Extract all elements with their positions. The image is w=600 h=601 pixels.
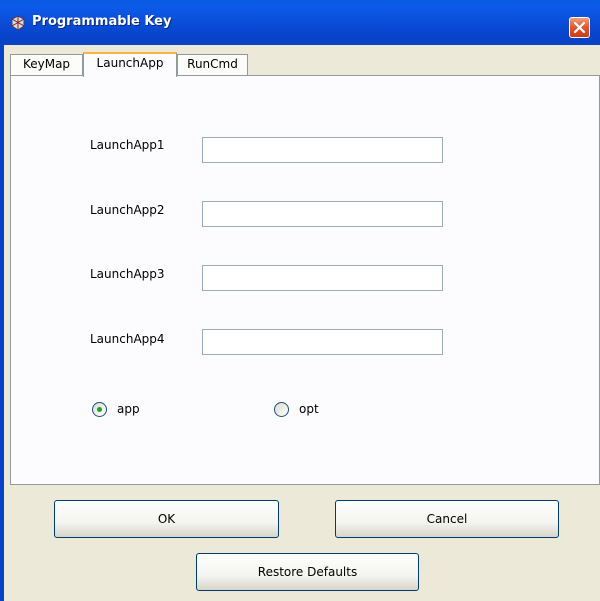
launchapp3-label: LaunchApp3	[90, 267, 165, 281]
radio-opt-label[interactable]: opt	[299, 402, 319, 416]
restore-defaults-button[interactable]: Restore Defaults	[196, 553, 419, 591]
app-icon	[11, 15, 25, 31]
launchapp4-input[interactable]	[202, 329, 443, 355]
launchapp1-label: LaunchApp1	[90, 138, 165, 152]
radio-app-selected-dot	[97, 407, 102, 412]
ok-button[interactable]: OK	[54, 500, 279, 538]
tab-launchapp[interactable]: LaunchApp	[83, 52, 177, 77]
radio-app[interactable]	[92, 402, 107, 417]
programmable-key-dialog: Programmable Key KeyMap LaunchApp RunCmd…	[0, 0, 600, 601]
launchapp1-input[interactable]	[202, 137, 443, 163]
launchapp3-input[interactable]	[202, 265, 443, 291]
launchapp2-input[interactable]	[202, 201, 443, 227]
launchapp4-label: LaunchApp4	[90, 332, 165, 346]
window-border	[0, 45, 4, 601]
radio-opt[interactable]	[274, 402, 289, 417]
tab-runcmd[interactable]: RunCmd	[177, 54, 248, 75]
cancel-button[interactable]: Cancel	[335, 500, 559, 538]
close-button[interactable]	[569, 17, 590, 38]
launchapp2-label: LaunchApp2	[90, 203, 165, 217]
tab-keymap[interactable]: KeyMap	[10, 54, 83, 75]
close-icon	[573, 21, 586, 34]
title-bar[interactable]: Programmable Key	[0, 0, 600, 45]
window-title: Programmable Key	[32, 14, 172, 29]
radio-app-label[interactable]: app	[117, 402, 140, 416]
